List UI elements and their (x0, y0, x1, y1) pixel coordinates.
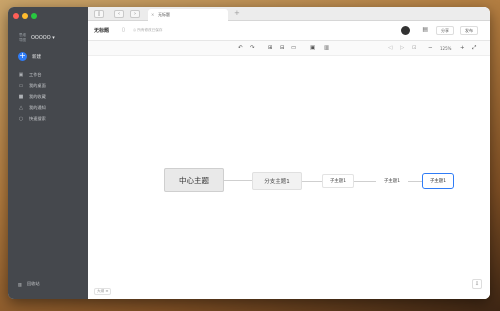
sidebar-item-label: 我的收藏 (29, 93, 46, 99)
export-icon[interactable]: ⇩ (472, 279, 482, 289)
new-button-label: 新建 (32, 54, 41, 60)
relation-icon[interactable]: ▭ (291, 45, 296, 51)
avatar[interactable] (401, 26, 410, 35)
connector-line (224, 180, 252, 181)
branch-topic-node[interactable]: 分支主题1 (252, 172, 302, 190)
layout-icon[interactable]: ⊡ (412, 45, 417, 51)
delete-icon[interactable]: ▥ (324, 45, 329, 51)
toggle-sidebar-button[interactable]: ▯ (94, 10, 104, 18)
outline-toggle[interactable]: 大纲 ≡ (94, 288, 112, 295)
subtopic-node[interactable]: 子主题1 (322, 174, 354, 188)
trash-label: 回收站 (26, 281, 40, 286)
sidebar-item-label: 快速搜索 (29, 115, 46, 121)
sidebar-item-desktop[interactable]: ▭ 我的桌面 (18, 80, 46, 91)
sidebar-item-workspace[interactable]: ▣ 工作台 (18, 69, 46, 80)
subtopic-node-selected[interactable]: 子主题1 (422, 173, 454, 189)
tab-title: 无标题 (158, 12, 170, 17)
save-status: ◎ 所有修改已保存 (133, 28, 163, 32)
insert-subtopic-icon[interactable]: ⊟ (280, 45, 285, 51)
sidebar-item-search[interactable]: ○ 快速搜索 (18, 113, 46, 124)
document-header: 无标题 ▯ ◎ 所有修改已保存 ▤ 分享 发布 (88, 21, 490, 41)
tab-bar: ▯ ‹ › × 无标题 + (88, 7, 490, 21)
account-switcher[interactable]: 思维导图 OOOOO ▾ (18, 33, 55, 42)
document-title[interactable]: 无标题 (94, 27, 109, 34)
star-icon: ■ (18, 93, 24, 100)
minimize-window-button[interactable] (22, 13, 28, 19)
fullscreen-icon[interactable]: ⤢ (472, 45, 476, 52)
comment-icon[interactable]: ▤ (422, 26, 428, 33)
sidebar-item-label: 工作台 (29, 71, 42, 77)
bell-icon: △ (19, 104, 23, 111)
tab-document[interactable]: × 无标题 (148, 9, 228, 21)
document-info-icon[interactable]: ▯ (122, 27, 125, 33)
folder-icon: ▭ (18, 82, 24, 89)
undo-icon[interactable]: ↶ (238, 45, 243, 51)
trash-button[interactable]: ▥ 回收站 (18, 281, 40, 287)
subtopic-node[interactable]: 子主题1 (376, 174, 408, 188)
main-area: ▯ ‹ › × 无标题 + 无标题 ▯ ◎ 所有修改已保存 ▤ 分享 发布 ↶ … (88, 7, 490, 299)
expand-icon[interactable]: ▷ (400, 45, 404, 51)
sidebar-nav: ▣ 工作台 ▭ 我的桌面 ■ 我的收藏 △ 我的通知 ○ 快速搜索 (18, 69, 46, 124)
maximize-window-button[interactable] (31, 13, 37, 19)
insert-topic-icon[interactable]: ⊞ (268, 45, 273, 51)
home-icon: ▣ (18, 71, 24, 78)
zoom-in-icon[interactable]: + (460, 45, 465, 51)
window-controls (13, 13, 37, 19)
sidebar-item-favorites[interactable]: ■ 我的收藏 (18, 91, 46, 102)
app-window: 思维导图 OOOOO ▾ + 新建 ▣ 工作台 ▭ 我的桌面 ■ 我的收藏 △ … (8, 7, 490, 299)
central-topic-node[interactable]: 中心主题 (164, 168, 224, 192)
image-icon[interactable]: ▣ (310, 45, 315, 51)
tab-close-icon[interactable]: × (151, 9, 154, 21)
zoom-level: 125% (440, 45, 452, 51)
app-logo: 思维导图 (19, 33, 26, 42)
new-button[interactable]: + 新建 (18, 52, 41, 61)
search-icon: ○ (18, 115, 24, 122)
share-button[interactable]: 分享 (436, 26, 454, 35)
trash-icon: ▥ (18, 281, 22, 287)
mindmap-canvas[interactable]: 中心主题 分支主题1 子主题1 子主题1 子主题1 大纲 ≡ ⇩ (88, 56, 490, 299)
plus-icon: + (18, 51, 27, 61)
editor-toolbar: ↶ ↷ ⊞ ⊟ ▭ ▣ ▥ ◁ ▷ ⊡ − 125% + ⤢ (88, 41, 490, 56)
new-tab-button[interactable]: + (234, 9, 240, 17)
back-button[interactable]: ‹ (114, 10, 124, 18)
connector-line (302, 181, 322, 182)
connector-line (408, 181, 422, 182)
sidebar-item-label: 我的桌面 (29, 82, 46, 88)
zoom-out-icon[interactable]: − (428, 45, 433, 51)
close-window-button[interactable] (13, 13, 19, 19)
sidebar-item-label: 我的通知 (29, 104, 46, 110)
publish-button[interactable]: 发布 (460, 26, 478, 35)
redo-icon[interactable]: ↷ (250, 45, 255, 51)
sidebar: 思维导图 OOOOO ▾ + 新建 ▣ 工作台 ▭ 我的桌面 ■ 我的收藏 △ … (8, 7, 88, 299)
collapse-icon[interactable]: ◁ (388, 45, 392, 51)
forward-button[interactable]: › (130, 10, 140, 18)
connector-line (354, 181, 376, 182)
account-name: OOOOO ▾ (31, 34, 55, 41)
sidebar-item-notifications[interactable]: △ 我的通知 (18, 102, 46, 113)
